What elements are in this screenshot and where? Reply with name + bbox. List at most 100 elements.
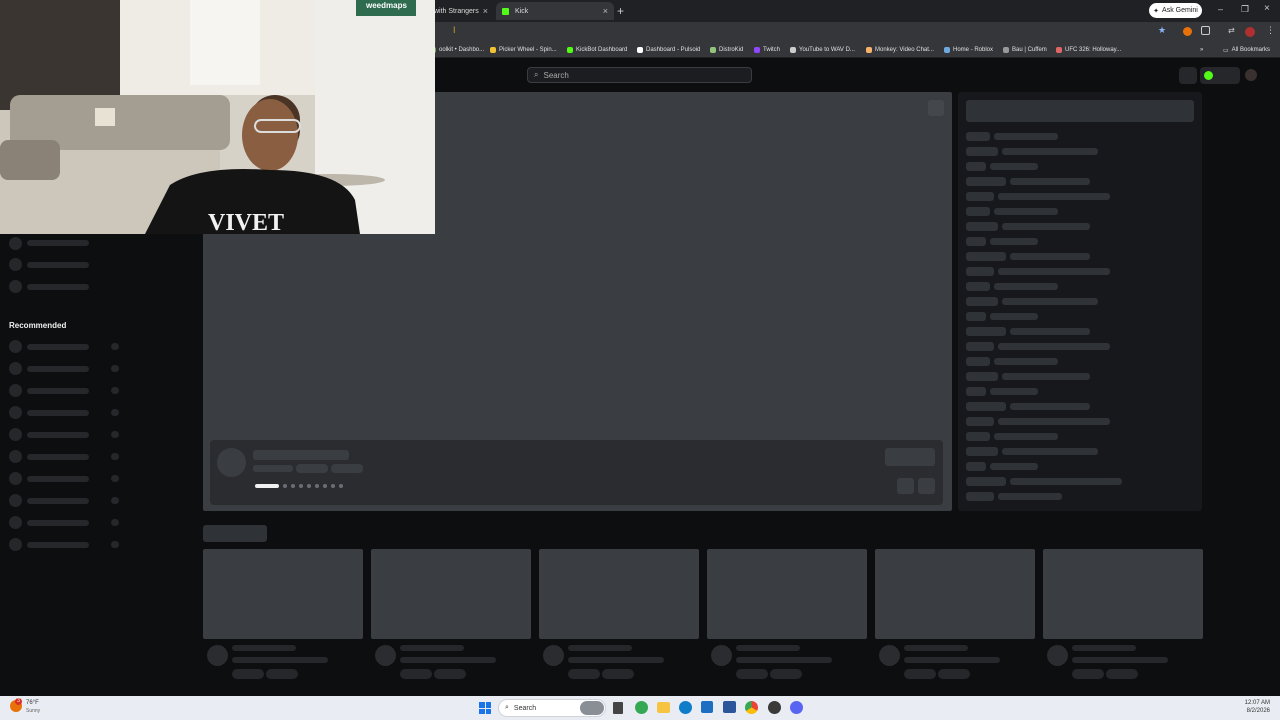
bookmark-item[interactable]: YouTube to WAV D... (790, 44, 855, 56)
stream-card-meta-skeleton (232, 657, 328, 663)
chat-username-skeleton (966, 147, 998, 156)
stream-card-avatar[interactable] (375, 645, 396, 666)
bookmarks-overflow-icon[interactable]: » (1200, 44, 1203, 56)
carousel-prev-button[interactable] (897, 478, 914, 494)
ask-gemini-button[interactable]: ✦ Ask Gemini (1149, 3, 1202, 18)
media-control-icon[interactable]: ⇄ (1228, 26, 1235, 35)
recommended-channel-avatar[interactable] (9, 340, 22, 353)
recommended-channel-avatar[interactable] (9, 538, 22, 551)
bookmark-item[interactable]: Home - Roblox (944, 44, 993, 56)
header-button[interactable] (1179, 67, 1197, 84)
recommended-channel-avatar[interactable] (9, 384, 22, 397)
stream-card-tag-skeleton[interactable] (602, 669, 634, 679)
bookmark-item[interactable]: Picker Wheel - Spin... (490, 44, 557, 56)
extension-icon[interactable] (1183, 27, 1192, 36)
obs-icon[interactable] (768, 701, 781, 714)
stream-card-meta-skeleton (1072, 657, 1168, 663)
stream-card-tag-skeleton[interactable] (770, 669, 802, 679)
recommended-channel-avatar[interactable] (9, 406, 22, 419)
stream-card-tag-skeleton[interactable] (232, 669, 264, 679)
recommended-channel-avatar[interactable] (9, 450, 22, 463)
stream-card-tag-skeleton[interactable] (736, 669, 768, 679)
carousel-dot[interactable] (283, 484, 287, 488)
chat-message-skeleton (1010, 478, 1122, 485)
recommended-channel-avatar[interactable] (9, 494, 22, 507)
recommended-channel-avatar[interactable] (9, 428, 22, 441)
file-explorer-icon[interactable] (657, 702, 670, 713)
carousel-dot[interactable] (331, 484, 335, 488)
stream-card-tag-skeleton[interactable] (938, 669, 970, 679)
avatar[interactable] (1245, 69, 1257, 81)
sidebar-channel-avatar[interactable] (9, 280, 22, 293)
app-icon[interactable] (723, 701, 736, 713)
carousel-next-button[interactable] (918, 478, 935, 494)
tab-kick[interactable]: Kick × (496, 2, 614, 20)
carousel-dot[interactable] (339, 484, 343, 488)
featured-avatar[interactable] (217, 448, 246, 477)
recommended-channel-avatar[interactable] (9, 516, 22, 529)
stream-card-tag-skeleton[interactable] (1072, 669, 1104, 679)
stream-card-tag-skeleton[interactable] (568, 669, 600, 679)
sidebar-channel-avatar[interactable] (9, 258, 22, 271)
windows-start-icon[interactable] (479, 702, 491, 714)
restore-icon[interactable]: ❐ (1241, 4, 1249, 15)
stream-card-thumbnail[interactable] (203, 549, 363, 639)
stream-card-avatar[interactable] (543, 645, 564, 666)
window-close-icon[interactable]: × (1264, 3, 1270, 14)
stream-card-thumbnail[interactable] (1043, 549, 1203, 639)
bookmark-item[interactable]: UFC 326: Holloway... (1056, 44, 1121, 56)
stream-card-tag-skeleton[interactable] (400, 669, 432, 679)
stream-card-avatar[interactable] (1047, 645, 1068, 666)
carousel-dot[interactable] (323, 484, 327, 488)
carousel-dot[interactable] (315, 484, 319, 488)
tab-with-strangers[interactable]: with Strangers × (428, 2, 494, 20)
bookmark-star-icon[interactable]: ★ (1158, 25, 1166, 36)
all-bookmarks-button[interactable]: ▭ All Bookmarks (1223, 44, 1270, 56)
extensions-puzzle-icon[interactable] (1201, 26, 1210, 35)
edge-icon[interactable] (679, 701, 692, 714)
search-input[interactable]: ⌕ Search (527, 67, 752, 83)
close-icon[interactable]: × (483, 6, 488, 16)
bookmark-item[interactable]: DistroKid (710, 44, 743, 56)
stream-card-tag-skeleton[interactable] (266, 669, 298, 679)
carousel-dot[interactable] (291, 484, 295, 488)
stream-card-tag-skeleton[interactable] (904, 669, 936, 679)
new-tab-button[interactable]: + (617, 4, 624, 18)
discord-icon[interactable] (790, 701, 803, 714)
recommended-channel-avatar[interactable] (9, 362, 22, 375)
bookmark-item[interactable]: Dashboard - Pulsoid (637, 44, 700, 56)
watch-button-skeleton[interactable] (885, 448, 935, 466)
stream-card-avatar[interactable] (207, 645, 228, 666)
bookmark-item[interactable]: Monkey: Video Chat... (866, 44, 934, 56)
minimize-icon[interactable]: – (1218, 4, 1223, 14)
task-view-icon[interactable] (613, 702, 623, 714)
viewer-count-skeleton (111, 387, 119, 394)
more-menu-icon[interactable]: ⋮ (1266, 25, 1275, 36)
stream-card-avatar[interactable] (879, 645, 900, 666)
copilot-icon[interactable] (635, 701, 648, 714)
search-placeholder: Search (543, 70, 569, 80)
bookmark-item[interactable]: oolkit • Dashbo... (430, 44, 484, 56)
sidebar-channel-avatar[interactable] (9, 237, 22, 250)
carousel-dot[interactable] (307, 484, 311, 488)
carousel-active-dot[interactable] (255, 484, 279, 488)
bookmark-item[interactable]: Bau | Cuffem (1003, 44, 1047, 56)
stream-card-tag-skeleton[interactable] (1106, 669, 1138, 679)
clock-time[interactable]: 12:07 AM (1238, 700, 1270, 706)
recommended-channel-avatar[interactable] (9, 472, 22, 485)
store-icon[interactable] (701, 701, 713, 713)
player-corner-icon[interactable] (928, 100, 944, 116)
stream-card-thumbnail[interactable] (707, 549, 867, 639)
bookmark-item[interactable]: KickBot Dashboard (567, 44, 627, 56)
stream-card-tag-skeleton[interactable] (434, 669, 466, 679)
bookmark-item[interactable]: Twitch (754, 44, 780, 56)
clock-date[interactable]: 8/2/2026 (1238, 708, 1270, 714)
profile-avatar-icon[interactable] (1245, 27, 1255, 37)
stream-card-thumbnail[interactable] (875, 549, 1035, 639)
close-icon[interactable]: × (603, 6, 608, 16)
chrome-icon[interactable] (745, 701, 758, 714)
stream-card-avatar[interactable] (711, 645, 732, 666)
stream-card-thumbnail[interactable] (539, 549, 699, 639)
carousel-dot[interactable] (299, 484, 303, 488)
stream-card-thumbnail[interactable] (371, 549, 531, 639)
